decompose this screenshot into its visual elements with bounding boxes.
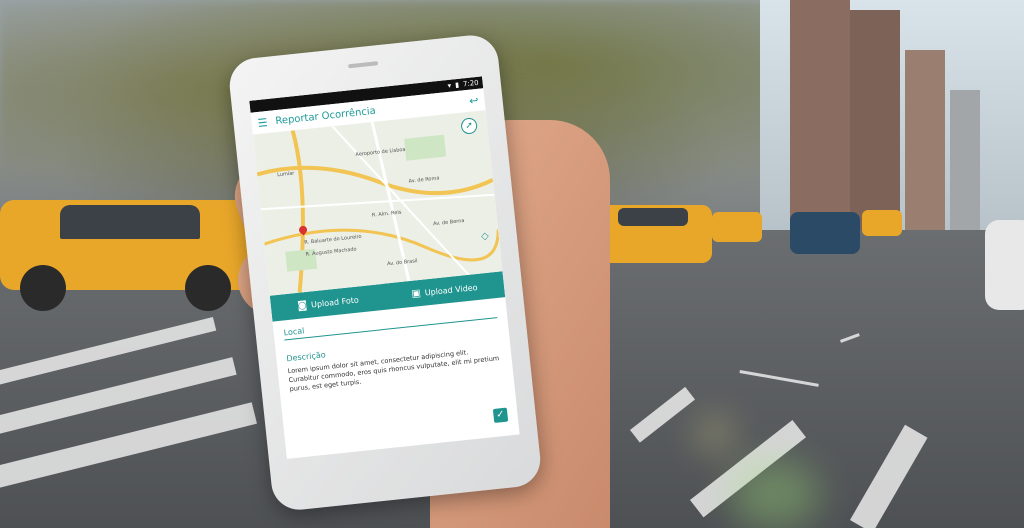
building: [850, 10, 900, 230]
upload-photo-button[interactable]: ◙ Upload Foto: [297, 294, 359, 311]
upload-video-label: Upload Video: [424, 282, 478, 297]
video-icon: ▣: [410, 287, 422, 300]
wifi-icon: ▾: [447, 81, 452, 90]
lens-flare: [700, 420, 730, 450]
street-photo-background: ▾ ▮ 7:20 ☰ Reportar Ocorrência ↩ Aeropor…: [0, 0, 1024, 528]
blue-car: [790, 212, 860, 254]
back-arrow-icon[interactable]: ↩: [469, 93, 480, 107]
phone-speaker: [348, 61, 379, 69]
building: [790, 0, 850, 230]
smartphone: ▾ ▮ 7:20 ☰ Reportar Ocorrência ↩ Aeropor…: [226, 30, 573, 515]
phone-screen: ▾ ▮ 7:20 ☰ Reportar Ocorrência ↩ Aeropor…: [249, 76, 520, 459]
taxi-distant: [862, 210, 902, 236]
building: [950, 90, 980, 230]
map-view[interactable]: Aeroporto de Lisboa Av. de Roma R. Balua…: [252, 110, 503, 296]
checkmark-icon[interactable]: ✓: [492, 407, 509, 423]
locate-icon[interactable]: ◇: [480, 231, 489, 243]
camera-icon: ◙: [296, 299, 308, 312]
taxi-wheel: [185, 265, 231, 311]
status-time: 7:20: [462, 78, 480, 89]
lens-flare: [730, 460, 820, 528]
white-car: [985, 220, 1024, 310]
taxi-window: [618, 208, 688, 226]
taxi-distant: [712, 212, 762, 242]
taxi-wheel: [20, 265, 66, 311]
taxi-window: [60, 205, 200, 239]
building: [905, 50, 945, 230]
battery-icon: ▮: [454, 80, 460, 90]
menu-icon[interactable]: ☰: [257, 116, 268, 130]
upload-video-button[interactable]: ▣ Upload Video: [411, 282, 478, 300]
phone-body: ▾ ▮ 7:20 ☰ Reportar Ocorrência ↩ Aeropor…: [226, 32, 543, 513]
upload-photo-label: Upload Foto: [310, 294, 360, 309]
